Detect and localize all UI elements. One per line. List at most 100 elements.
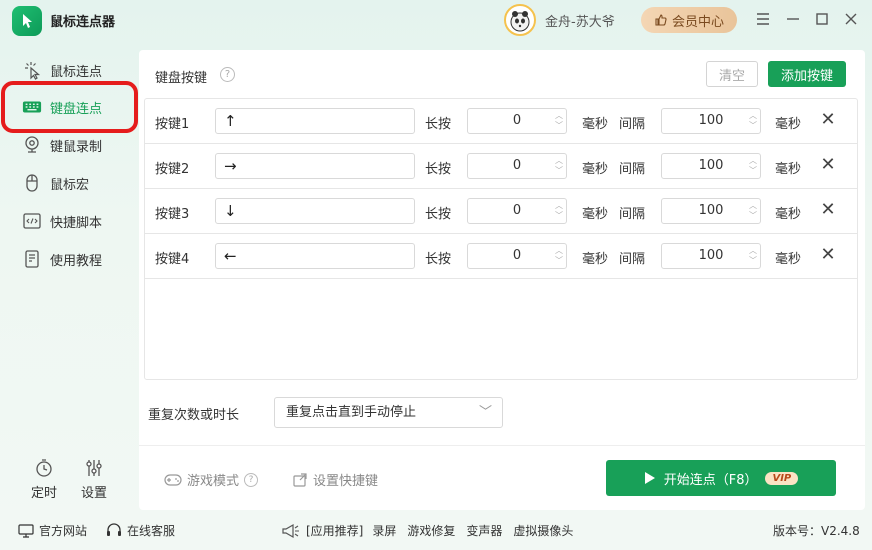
start-label: 开始连点（F8）: [663, 472, 758, 488]
press-value: 0: [512, 158, 522, 173]
interval-input[interactable]: 100 ︿ ﹀: [661, 198, 761, 224]
hotkey-label: 设置快捷键: [313, 474, 379, 489]
tutorial-icon: [22, 249, 42, 269]
keyboard-icon: [22, 97, 42, 117]
ms-label: 毫秒: [775, 162, 802, 177]
sidebar-item-label: 快捷脚本: [50, 215, 103, 231]
sidebar-item-tutorial[interactable]: 使用教程: [8, 242, 136, 276]
mouse-click-icon: [22, 60, 42, 80]
vip-center-button[interactable]: 会员中心: [641, 7, 737, 33]
sidebar-item-label: 鼠标宏: [50, 177, 90, 193]
status-bar: 官方网站 在线客服 [应用推荐] 录屏 游戏修复 变声器 虚拟摄像头 版本号：V…: [0, 514, 872, 544]
version-label: 版本号：V2.4.8: [773, 524, 860, 538]
help-icon[interactable]: ?: [244, 472, 259, 487]
clear-button[interactable]: 清空: [706, 61, 758, 87]
avatar[interactable]: [504, 4, 536, 36]
website-label: 官方网站: [39, 524, 88, 538]
recommend-link-record[interactable]: 录屏: [372, 522, 396, 539]
key-label: 按键2: [155, 162, 190, 177]
spinner-icon[interactable]: ︿ ﹀: [554, 111, 564, 131]
interval-input[interactable]: 100 ︿ ﹀: [661, 108, 761, 134]
recommend-link-voice-changer[interactable]: 变声器: [466, 522, 502, 539]
spinner-icon[interactable]: ︿ ﹀: [554, 246, 564, 266]
interval-value: 100: [698, 248, 724, 263]
official-website-link[interactable]: 官方网站: [18, 522, 87, 539]
app-title: 鼠标连点器: [50, 15, 116, 30]
app-logo: [12, 6, 42, 36]
press-duration-input[interactable]: 0 ︿ ﹀: [467, 198, 567, 224]
spinner-icon[interactable]: ︿ ﹀: [748, 246, 758, 266]
recommend-link-game-fix[interactable]: 游戏修复: [407, 522, 455, 539]
key-row: 按键1 ↑ 长按 0 ︿ ﹀ 毫秒 间隔 100 ︿ ﹀ 毫秒 ✕: [145, 99, 857, 144]
interval-label: 间隔: [619, 162, 646, 177]
sidebar-item-mouse-macro[interactable]: 鼠标宏: [8, 166, 136, 200]
key-label: 按键4: [155, 252, 190, 267]
gamepad-icon: [164, 473, 182, 486]
key-input[interactable]: ←: [215, 243, 415, 269]
ms-label: 毫秒: [582, 252, 609, 267]
repeat-value: 重复点击直到手动停止: [286, 405, 417, 420]
spinner-icon[interactable]: ︿ ﹀: [554, 201, 564, 221]
interval-value: 100: [698, 113, 724, 128]
press-duration-input[interactable]: 0 ︿ ﹀: [467, 153, 567, 179]
sidebar-item-label: 使用教程: [50, 253, 103, 269]
press-value: 0: [512, 113, 522, 128]
key-input[interactable]: ↑: [215, 108, 415, 134]
spinner-icon[interactable]: ︿ ﹀: [748, 201, 758, 221]
online-support-link[interactable]: 在线客服: [106, 522, 175, 539]
game-mode-label: 游戏模式: [187, 474, 240, 489]
ms-label: 毫秒: [775, 252, 802, 267]
game-mode-toggle[interactable]: 游戏模式 ?: [164, 470, 259, 489]
help-icon[interactable]: ?: [220, 67, 235, 82]
spinner-icon[interactable]: ︿ ﹀: [748, 111, 758, 131]
minimize-icon[interactable]: [782, 8, 804, 30]
maximize-icon[interactable]: [811, 8, 833, 30]
divider: [139, 445, 865, 446]
timer-label: 定时: [30, 486, 57, 501]
delete-icon[interactable]: ✕: [819, 201, 837, 219]
hotkey-settings-link[interactable]: 设置快捷键: [292, 470, 378, 489]
delete-icon[interactable]: ✕: [819, 246, 837, 264]
version-info: 版本号：V2.4.8: [773, 522, 860, 539]
sidebar-item-keyboard-click[interactable]: 键盘连点: [8, 90, 136, 124]
press-duration-input[interactable]: 0 ︿ ﹀: [467, 243, 567, 269]
add-key-button[interactable]: 添加按键: [768, 61, 846, 87]
close-icon[interactable]: [840, 8, 862, 30]
hotkey-icon: [293, 472, 307, 487]
key-input[interactable]: →: [215, 153, 415, 179]
spinner-icon[interactable]: ︿ ﹀: [748, 156, 758, 176]
repeat-select[interactable]: 重复点击直到手动停止 ﹀: [274, 397, 503, 428]
sidebar-item-quick-script[interactable]: 快捷脚本: [8, 204, 136, 238]
vip-badge: VIP: [765, 471, 799, 485]
settings-button[interactable]: 设置: [74, 458, 114, 501]
interval-label: 间隔: [619, 117, 646, 132]
sidebar-item-record[interactable]: 键鼠录制: [8, 128, 136, 162]
menu-icon[interactable]: [752, 8, 774, 30]
press-duration-input[interactable]: 0 ︿ ﹀: [467, 108, 567, 134]
delete-icon[interactable]: ✕: [819, 156, 837, 174]
ms-label: 毫秒: [582, 207, 609, 222]
ms-label: 毫秒: [582, 117, 609, 132]
section-title: 键盘按键: [155, 71, 208, 86]
repeat-label: 重复次数或时长: [148, 408, 240, 423]
user-name[interactable]: 金舟-苏大爷: [545, 11, 615, 30]
ms-label: 毫秒: [775, 207, 802, 222]
mouse-icon: [22, 173, 42, 193]
interval-input[interactable]: 100 ︿ ﹀: [661, 243, 761, 269]
delete-icon[interactable]: ✕: [819, 111, 837, 129]
start-button[interactable]: 开始连点（F8） VIP: [606, 460, 836, 496]
long-press-label: 长按: [425, 207, 452, 222]
interval-label: 间隔: [619, 252, 646, 267]
long-press-label: 长按: [425, 162, 452, 177]
title-bar: 鼠标连点器 金舟-苏大爷 会员中心: [0, 0, 872, 40]
recommend-link-virtual-camera[interactable]: 虚拟摄像头: [513, 522, 573, 539]
key-label: 按键1: [155, 117, 190, 132]
timer-button[interactable]: 定时: [24, 458, 64, 501]
press-value: 0: [512, 248, 522, 263]
spinner-icon[interactable]: ︿ ﹀: [554, 156, 564, 176]
interval-input[interactable]: 100 ︿ ﹀: [661, 153, 761, 179]
code-icon: [22, 211, 42, 231]
key-row: 按键4 ← 长按 0 ︿ ﹀ 毫秒 间隔 100 ︿ ﹀ 毫秒 ✕: [145, 234, 857, 279]
key-input[interactable]: ↓: [215, 198, 415, 224]
key-row: 按键2 → 长按 0 ︿ ﹀ 毫秒 间隔 100 ︿ ﹀ 毫秒 ✕: [145, 144, 857, 189]
